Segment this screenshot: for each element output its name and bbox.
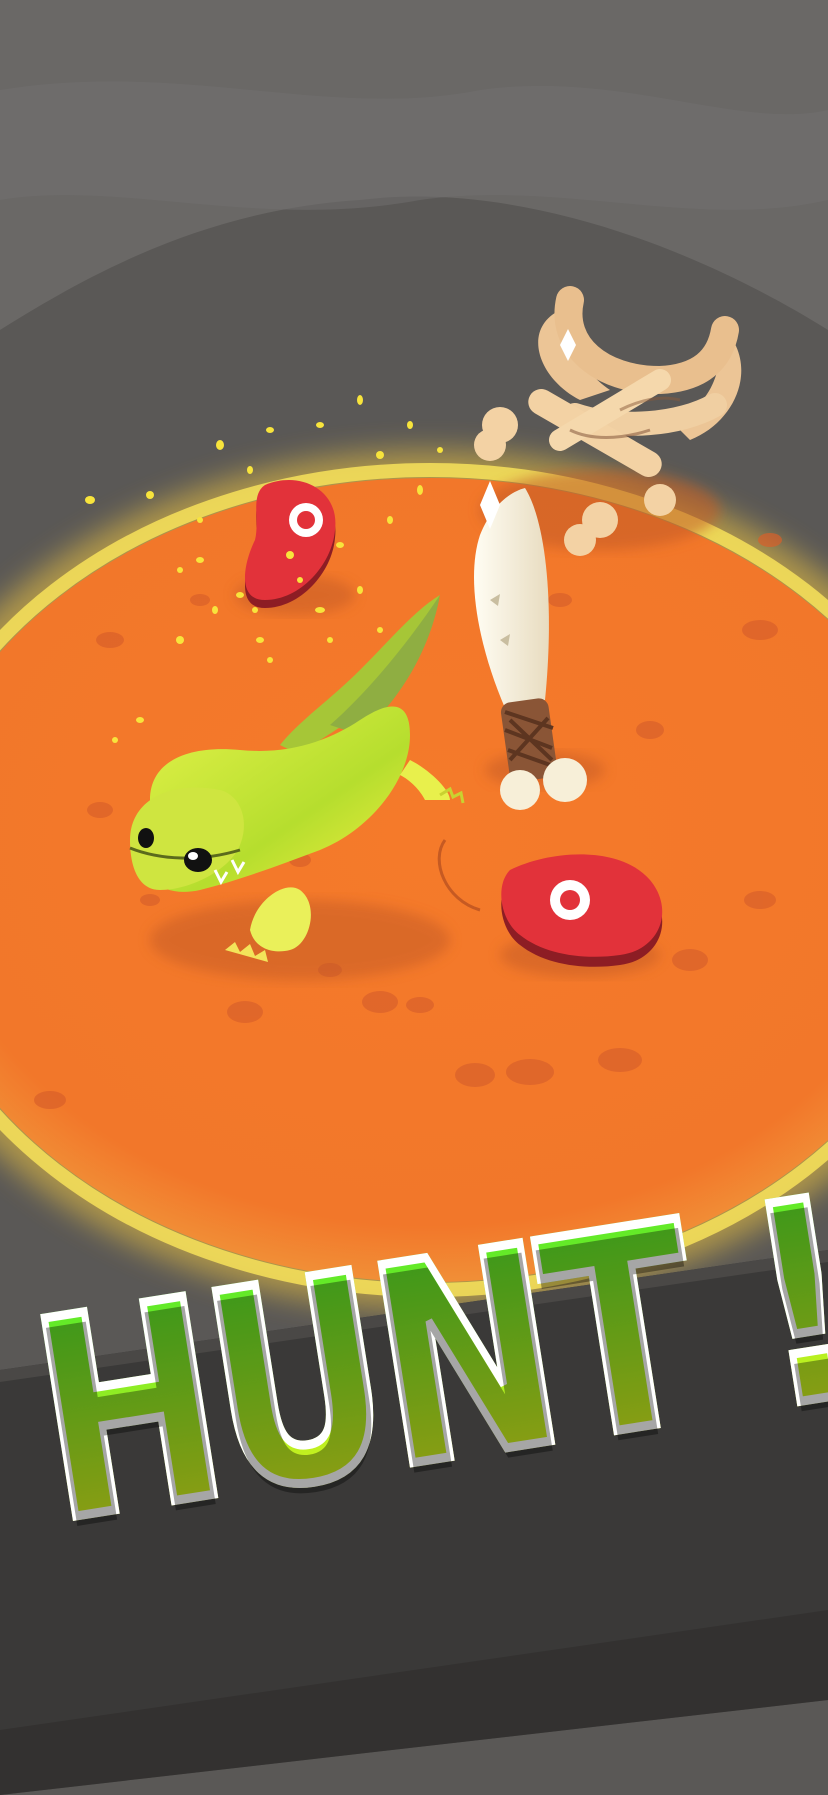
lava-arena: [0, 478, 828, 1282]
game-scene[interactable]: [0, 0, 828, 1795]
